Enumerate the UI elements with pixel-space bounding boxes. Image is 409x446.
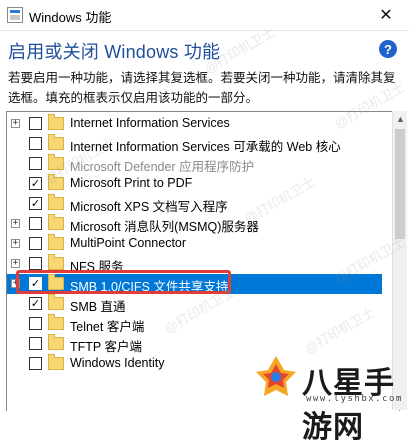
feature-checkbox[interactable] <box>29 337 42 350</box>
feature-checkbox[interactable] <box>29 257 42 270</box>
feature-label: Microsoft XPS 文档写入程序 <box>70 200 228 214</box>
feature-checkbox[interactable] <box>29 117 42 130</box>
feature-label: Internet Information Services <box>70 116 230 130</box>
folder-icon <box>48 154 64 170</box>
feature-label: TFTP 客户端 <box>70 340 142 354</box>
folder-icon <box>48 134 64 150</box>
vertical-scrollbar[interactable]: ▲ <box>392 111 407 410</box>
instructions-text: 若要启用一种功能，请选择其复选框。若要关闭一种功能，请清除其复选框。填充的框表示… <box>8 71 396 105</box>
feature-checkbox[interactable]: ✓ <box>29 177 42 190</box>
feature-checkbox[interactable] <box>29 317 42 330</box>
expand-icon[interactable]: + <box>11 279 20 288</box>
feature-row[interactable]: Telnet 客户端 <box>7 314 382 334</box>
folder-icon <box>48 194 64 210</box>
scroll-thumb[interactable] <box>395 129 405 239</box>
feature-checkbox[interactable]: ✓ <box>29 297 42 310</box>
feature-row[interactable]: Windows Identity <box>7 354 382 374</box>
feature-row[interactable]: Microsoft Defender 应用程序防护 <box>7 154 382 174</box>
feature-checkbox[interactable] <box>29 237 42 250</box>
window-app-icon <box>7 7 23 23</box>
folder-icon <box>48 254 64 270</box>
folder-icon <box>48 114 64 130</box>
feature-label: SMB 1.0/CIFS 文件共享支持 <box>70 280 229 294</box>
feature-checkbox[interactable] <box>29 217 42 230</box>
page-title: 启用或关闭 Windows 功能 <box>8 42 221 62</box>
expand-icon[interactable]: + <box>11 119 20 128</box>
feature-row[interactable]: Internet Information Services 可承载的 Web 核… <box>7 134 382 154</box>
feature-label: Microsoft Defender 应用程序防护 <box>70 160 255 174</box>
feature-label: SMB 直通 <box>70 300 126 314</box>
feature-label: Telnet 客户端 <box>70 320 145 334</box>
feature-checkbox[interactable] <box>29 137 42 150</box>
feature-label: Windows Identity <box>70 356 165 370</box>
expand-icon[interactable]: + <box>11 219 20 228</box>
feature-row[interactable]: + NFS 服务 <box>7 254 382 274</box>
feature-label: Microsoft Print to PDF <box>70 176 193 190</box>
scroll-up-arrow-icon[interactable]: ▲ <box>393 111 408 127</box>
feature-label: Internet Information Services 可承载的 Web 核… <box>70 140 341 154</box>
title-bar: Windows 功能 ✕ <box>0 0 409 31</box>
expand-icon[interactable]: + <box>11 259 20 268</box>
folder-icon <box>48 214 64 230</box>
feature-row[interactable]: TFTP 客户端 <box>7 334 382 354</box>
folder-icon <box>48 234 64 250</box>
folder-icon <box>48 354 64 370</box>
help-icon[interactable]: ? <box>379 40 397 58</box>
folder-icon <box>48 274 64 290</box>
feature-label: NFS 服务 <box>70 260 124 274</box>
feature-row[interactable]: + Microsoft 消息队列(MSMQ)服务器 <box>7 214 382 234</box>
feature-checkbox[interactable] <box>29 157 42 170</box>
feature-list: + Internet Information Services Internet I… <box>7 114 382 374</box>
feature-row[interactable]: + ✓ SMB 1.0/CIFS 文件共享支持 <box>7 274 382 294</box>
folder-icon <box>48 314 64 330</box>
feature-label: MultiPoint Connector <box>70 236 187 250</box>
feature-tree[interactable]: + Internet Information Services Internet I… <box>6 111 400 411</box>
folder-icon <box>48 174 64 190</box>
feature-checkbox[interactable] <box>29 357 42 370</box>
feature-row[interactable]: ✓ SMB 直通 <box>7 294 382 314</box>
folder-icon <box>48 294 64 310</box>
feature-row[interactable]: ✓ Microsoft Print to PDF <box>7 174 382 194</box>
expand-icon[interactable]: + <box>11 239 20 248</box>
close-button[interactable]: ✕ <box>363 0 409 30</box>
feature-row[interactable]: + MultiPoint Connector <box>7 234 382 254</box>
window-title: Windows 功能 <box>29 10 112 25</box>
feature-checkbox[interactable]: ✓ <box>29 197 42 210</box>
feature-label: Microsoft 消息队列(MSMQ)服务器 <box>70 220 259 234</box>
folder-icon <box>48 334 64 350</box>
feature-row[interactable]: + Internet Information Services <box>7 114 382 134</box>
feature-checkbox[interactable]: ✓ <box>29 277 42 290</box>
feature-row[interactable]: ✓ Microsoft XPS 文档写入程序 <box>7 194 382 214</box>
